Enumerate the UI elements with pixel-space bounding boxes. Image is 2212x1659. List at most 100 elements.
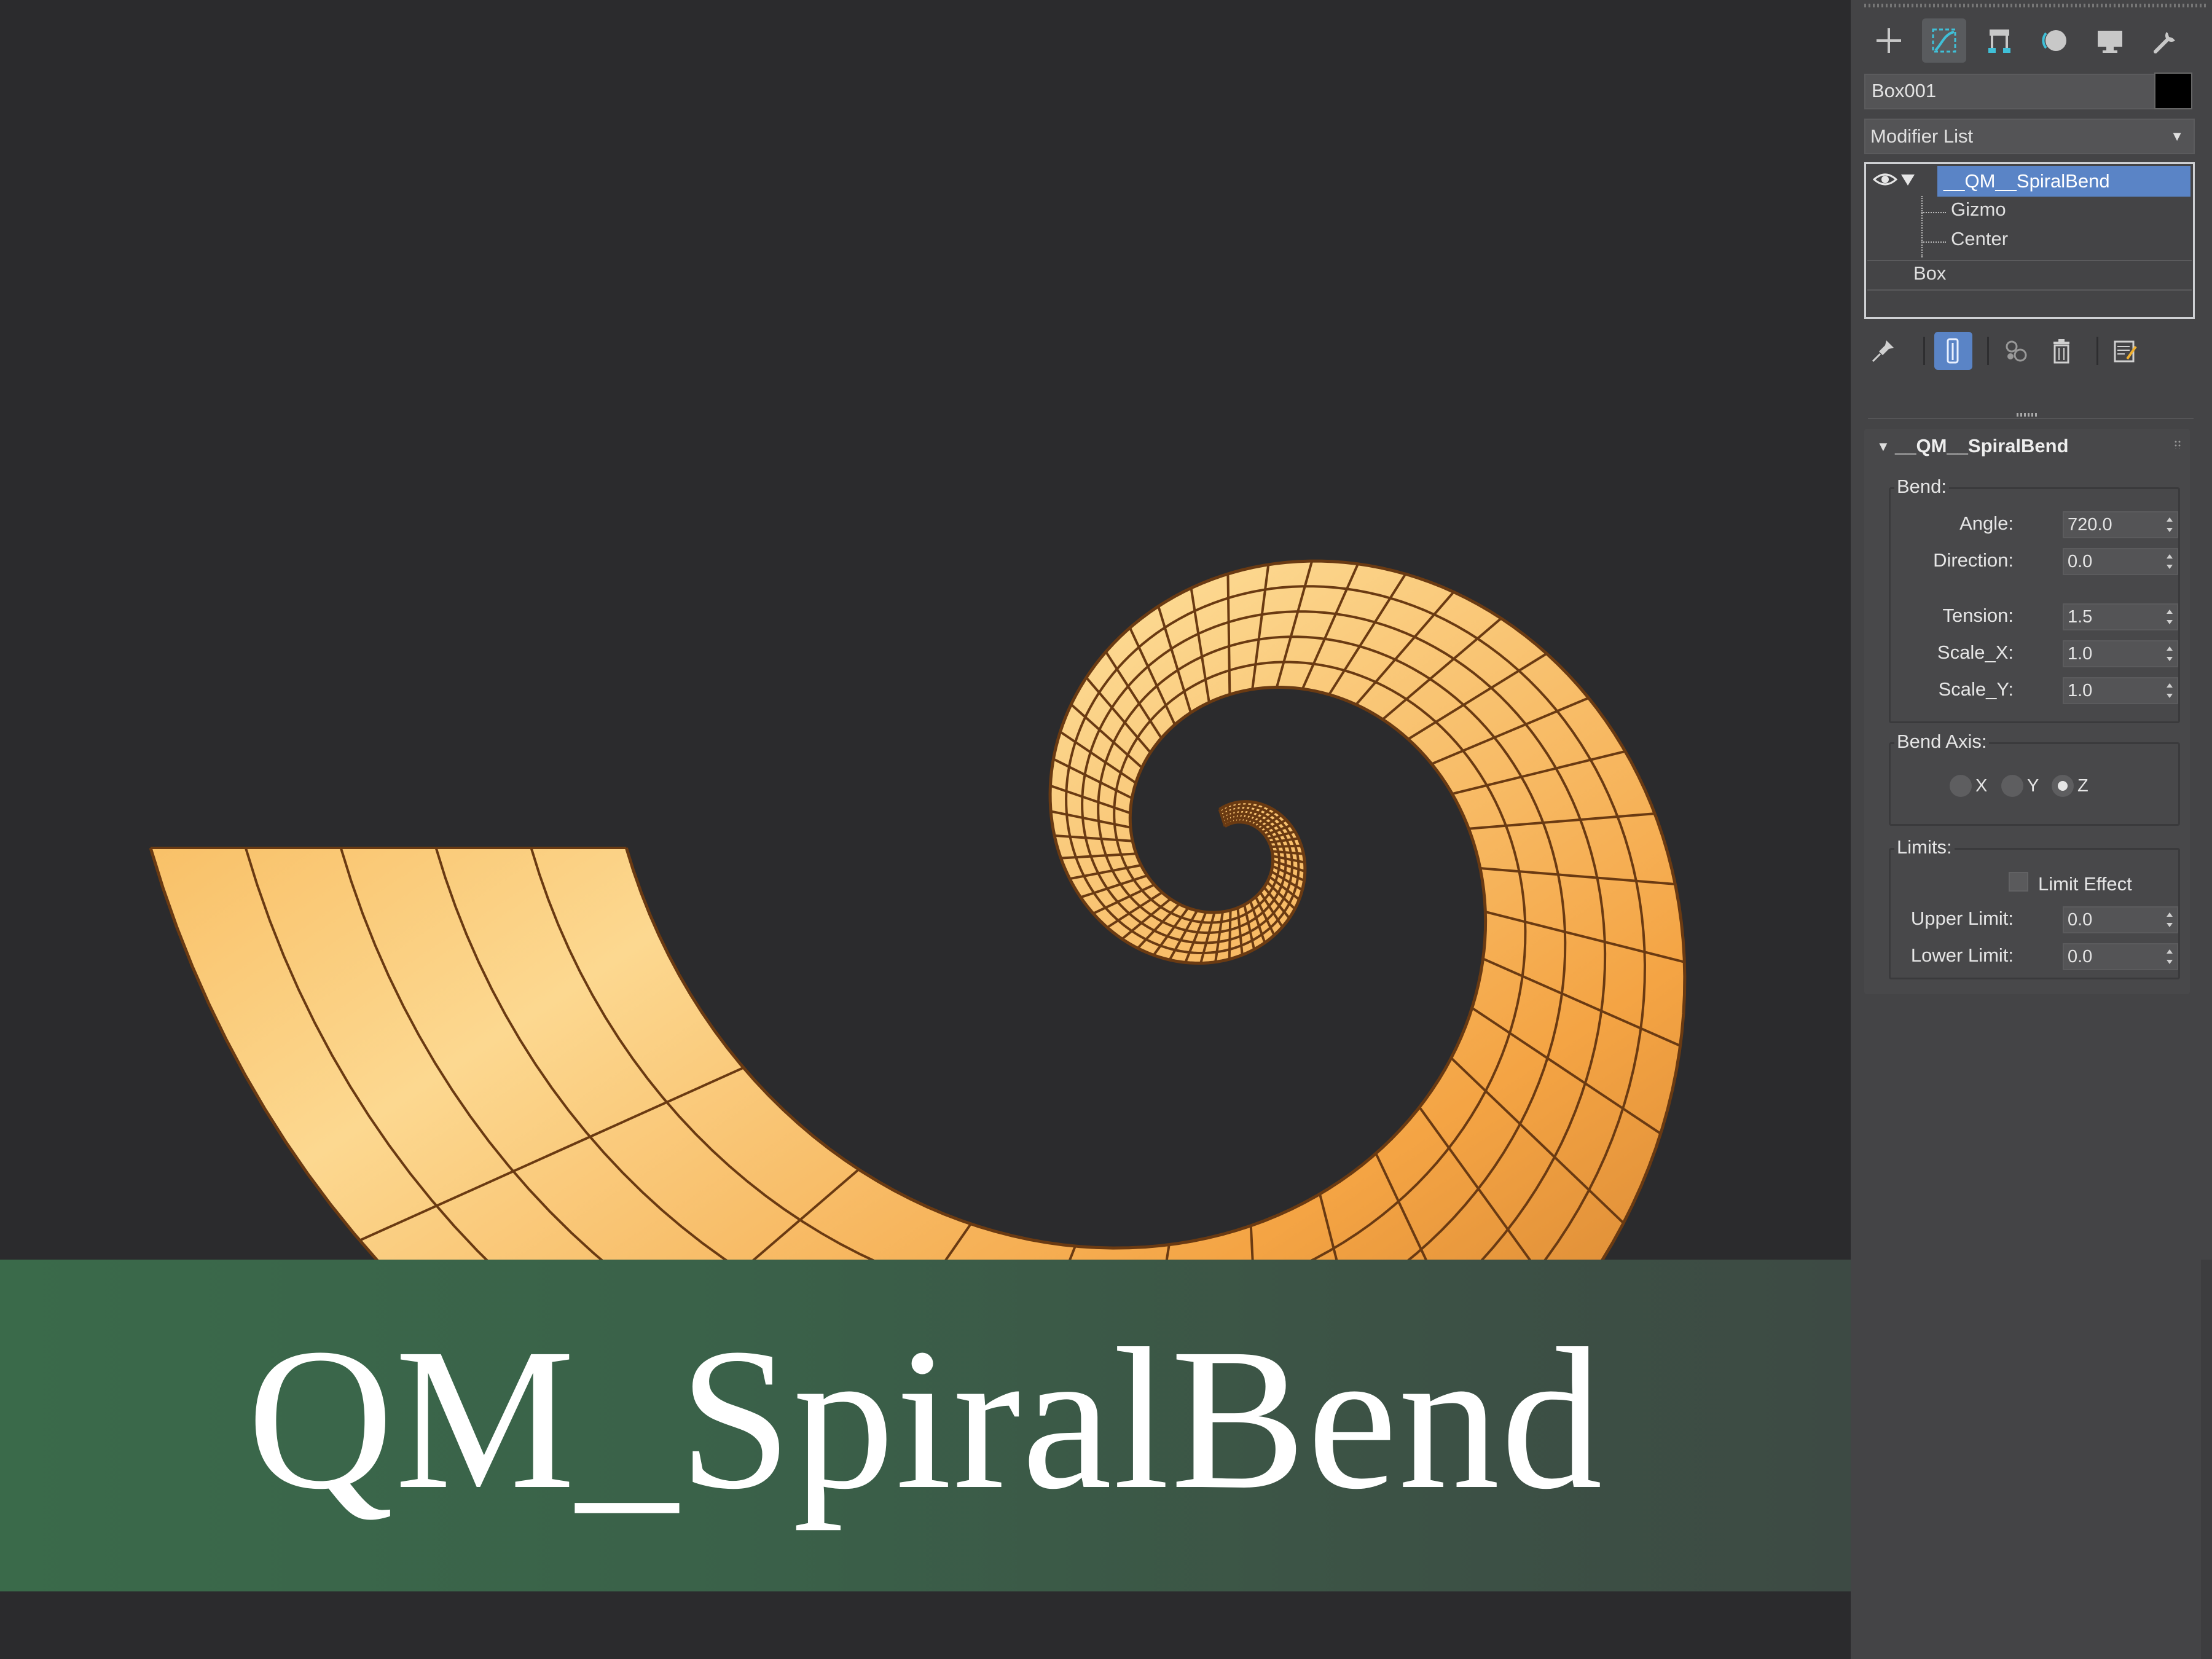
spinner-arrows-icon[interactable] bbox=[2166, 607, 2173, 627]
rollout-grip-icon[interactable] bbox=[2174, 440, 2181, 449]
object-name-field[interactable]: Box001 bbox=[1864, 74, 2160, 109]
tension-value: 1.5 bbox=[2068, 607, 2093, 627]
panel-scrollbar[interactable] bbox=[2201, 1260, 2212, 1659]
bend-group-label: Bend: bbox=[1894, 476, 1950, 498]
toolbar-separator bbox=[1923, 337, 1925, 365]
modifier-stack: __QM__SpiralBend Gizmo Center Box bbox=[1864, 162, 2195, 319]
panel-resize-grip[interactable] bbox=[2017, 413, 2039, 417]
modify-icon bbox=[1932, 28, 1956, 53]
stack-subitem-gizmo[interactable]: Gizmo bbox=[1951, 198, 2006, 221]
lower-limit-label: Lower Limit: bbox=[1910, 944, 2014, 966]
stack-subitem-center[interactable]: Center bbox=[1951, 228, 2008, 250]
eye-icon[interactable] bbox=[1873, 171, 1897, 188]
stack-item-box[interactable]: Box bbox=[1913, 262, 1946, 284]
panel-top-grip[interactable] bbox=[1864, 4, 2208, 7]
hierarchy-icon bbox=[1988, 29, 2010, 53]
spiralbend-rollout: ▼ __QM__SpiralBend Bend: Angle: 720.0 Di… bbox=[1864, 429, 2190, 994]
rollout-title: __QM__SpiralBend bbox=[1895, 435, 2069, 457]
show-end-result-button[interactable] bbox=[1934, 332, 1972, 370]
scale-x-spinner[interactable]: 1.0 bbox=[2063, 640, 2178, 667]
axis-x-label: X bbox=[1975, 776, 1988, 796]
tension-label: Tension: bbox=[1942, 605, 2014, 626]
bend-axis-group-label: Bend Axis: bbox=[1894, 731, 1990, 753]
spinner-arrows-icon[interactable] bbox=[2166, 644, 2173, 664]
pin-stack-button[interactable] bbox=[1864, 332, 1902, 370]
display-icon bbox=[2098, 31, 2122, 53]
motion-icon bbox=[2042, 30, 2066, 51]
axis-x-radio[interactable] bbox=[1950, 775, 1972, 797]
toolbar-separator bbox=[1987, 337, 1989, 365]
bend-axis-group: Bend Axis: X Y Z bbox=[1889, 731, 2180, 826]
pin-icon bbox=[1872, 340, 1894, 363]
scale-x-label: Scale_X: bbox=[1937, 641, 2014, 663]
configure-icon bbox=[2114, 340, 2137, 363]
scale-y-spinner[interactable]: 1.0 bbox=[2063, 677, 2178, 704]
spiral-spoke bbox=[1228, 910, 1232, 960]
spinner-arrows-icon[interactable] bbox=[2166, 515, 2173, 535]
axis-z-label: Z bbox=[2077, 776, 2088, 796]
title-text: QM_SpiralBend bbox=[247, 1307, 1604, 1531]
tree-line bbox=[1921, 241, 1946, 243]
motion-tab[interactable] bbox=[2033, 18, 2077, 63]
panel-divider bbox=[1868, 418, 2194, 419]
configure-modifier-sets-button[interactable] bbox=[2106, 332, 2144, 370]
make-unique-icon bbox=[2006, 340, 2027, 362]
angle-label: Angle: bbox=[1959, 512, 2014, 534]
limit-effect-checkbox[interactable] bbox=[2009, 872, 2028, 892]
upper-limit-spinner[interactable]: 0.0 bbox=[2063, 906, 2178, 933]
modifier-list-label: Modifier List bbox=[1870, 125, 1974, 147]
stack-divider bbox=[1867, 289, 2192, 291]
spinner-arrows-icon[interactable] bbox=[2166, 552, 2173, 571]
tree-line bbox=[1921, 212, 1946, 213]
modifier-list-dropdown[interactable]: Modifier List ▼ bbox=[1864, 119, 2195, 154]
scale-y-value: 1.0 bbox=[2068, 681, 2093, 700]
tension-spinner[interactable]: 1.5 bbox=[2063, 603, 2178, 630]
spinner-arrows-icon[interactable] bbox=[2166, 681, 2173, 700]
lower-limit-spinner[interactable]: 0.0 bbox=[2063, 943, 2178, 970]
remove-modifier-button[interactable] bbox=[2042, 332, 2081, 370]
expand-triangle-icon[interactable] bbox=[1900, 173, 1916, 187]
display-tab[interactable] bbox=[2088, 18, 2132, 63]
chevron-down-icon: ▼ bbox=[2170, 128, 2184, 144]
title-banner: QM_SpiralBend bbox=[0, 1260, 1851, 1591]
command-panel-tabs bbox=[1864, 12, 2208, 68]
toolbar-separator bbox=[2096, 337, 2098, 365]
lower-limit-value: 0.0 bbox=[2068, 947, 2093, 967]
upper-limit-label: Upper Limit: bbox=[1910, 908, 2014, 929]
object-color-swatch[interactable] bbox=[2154, 73, 2192, 109]
scale-y-label: Scale_Y: bbox=[1938, 678, 2014, 700]
axis-z-radio[interactable] bbox=[2052, 775, 2074, 797]
stack-divider bbox=[1867, 260, 2192, 261]
limits-group-label: Limits: bbox=[1894, 836, 1955, 858]
viewport[interactable]: QM_SpiralBend bbox=[0, 0, 1851, 1659]
modify-tab[interactable] bbox=[1922, 18, 1966, 63]
upper-limit-value: 0.0 bbox=[2068, 910, 2093, 930]
tree-line bbox=[1921, 196, 1923, 257]
spiral-spoke bbox=[1271, 844, 1302, 849]
rollout-header[interactable]: ▼ __QM__SpiralBend bbox=[1864, 429, 2190, 467]
make-unique-button[interactable] bbox=[1997, 332, 2035, 370]
collapse-caret-icon: ▼ bbox=[1877, 439, 1890, 454]
direction-spinner[interactable]: 0.0 bbox=[2063, 548, 2178, 575]
limit-effect-label: Limit Effect bbox=[2038, 873, 2132, 895]
scale-x-value: 1.0 bbox=[2068, 644, 2093, 664]
command-panel: Box001 Modifier List ▼ __QM__SpiralBend … bbox=[1851, 0, 2212, 1659]
angle-spinner[interactable]: 720.0 bbox=[2063, 511, 2178, 538]
create-tab[interactable] bbox=[1867, 18, 1911, 63]
axis-y-label: Y bbox=[2027, 776, 2039, 796]
direction-label: Direction: bbox=[1933, 549, 2014, 571]
stack-modifier-label: __QM__SpiralBend bbox=[1937, 166, 2190, 197]
axis-y-radio[interactable] bbox=[2001, 775, 2023, 797]
spinner-arrows-icon[interactable] bbox=[2166, 910, 2173, 930]
hierarchy-tab[interactable] bbox=[1977, 18, 2022, 63]
trash-icon bbox=[2053, 339, 2069, 364]
utilities-tab[interactable] bbox=[2143, 18, 2187, 63]
angle-value: 720.0 bbox=[2068, 515, 2112, 535]
limits-group: Limits: Limit Effect Upper Limit: 0.0 Lo… bbox=[1889, 836, 2180, 979]
create-icon bbox=[1877, 28, 1901, 53]
utilities-icon bbox=[2154, 32, 2175, 53]
end-result-icon bbox=[1947, 338, 1959, 364]
spinner-arrows-icon[interactable] bbox=[2166, 947, 2173, 967]
stack-toolbar bbox=[1864, 331, 2196, 374]
stack-item-spiralbend[interactable]: __QM__SpiralBend bbox=[1868, 166, 2191, 197]
